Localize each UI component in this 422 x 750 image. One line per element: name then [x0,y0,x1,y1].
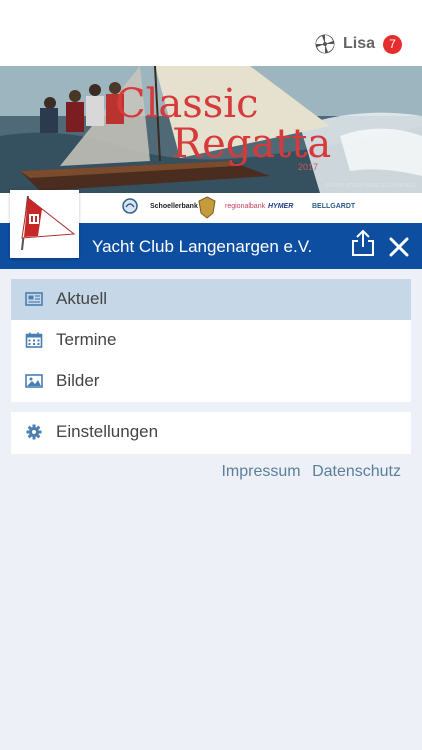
menu-item-label: Einstellungen [56,422,159,441]
menu-item-aktuell[interactable]: Aktuell [11,279,411,320]
notification-badge[interactable]: 7 [383,34,402,54]
menu-item-label: Bilder [56,371,100,390]
gear-icon [26,424,42,440]
burgee-flag-icon [21,195,76,251]
club-burgee-logo [10,190,79,258]
menu-item-einstellungen[interactable]: Einstellungen [11,412,411,453]
banner-year: 2017 [298,162,319,172]
sponsor-regionalbank[interactable]: regionalbank [225,203,265,210]
settings-menu: Einstellungen [11,412,411,454]
sponsor-bellgardt[interactable]: BELLGARDT [312,203,355,210]
pinwheel-logo-icon [315,34,335,54]
top-bar: Lisa 7 [0,0,422,66]
menu-item-label: Aktuell [56,289,108,308]
regatta-banner-image: Classic Regatta 2017 © FOTO STUDIO MARCU… [0,66,422,193]
sponsor-schoellerbank[interactable]: Schoellerbank [150,203,198,210]
user-name[interactable]: Lisa [343,35,375,53]
menu-item-label: Termine [56,330,117,349]
sponsor-crest-icon [198,196,216,219]
close-icon[interactable] [388,236,410,258]
sponsor-emblem-icon [122,198,138,214]
banner-title-line2: Regatta [172,121,332,167]
image-icon [25,374,43,388]
main-menu: Aktuell Termine Bilder [11,279,411,402]
footer-links: Impressum Datenschutz [214,463,401,481]
datenschutz-link[interactable]: Datenschutz [312,463,401,480]
impressum-link[interactable]: Impressum [221,463,300,480]
share-icon[interactable] [351,229,375,257]
newspaper-icon [25,292,43,306]
menu-item-termine[interactable]: Termine [11,320,411,361]
calendar-icon [25,332,43,348]
user-account[interactable]: Lisa 7 [315,33,402,55]
banner-title-line1: Classic [115,81,259,127]
photo-credit: © FOTO STUDIO MARCUS SCHAUBLE [325,183,416,189]
menu-item-bilder[interactable]: Bilder [11,361,411,402]
club-name: Yacht Club Langenargen e.V. [92,237,313,256]
sponsor-hymer[interactable]: HYMER [268,203,293,210]
